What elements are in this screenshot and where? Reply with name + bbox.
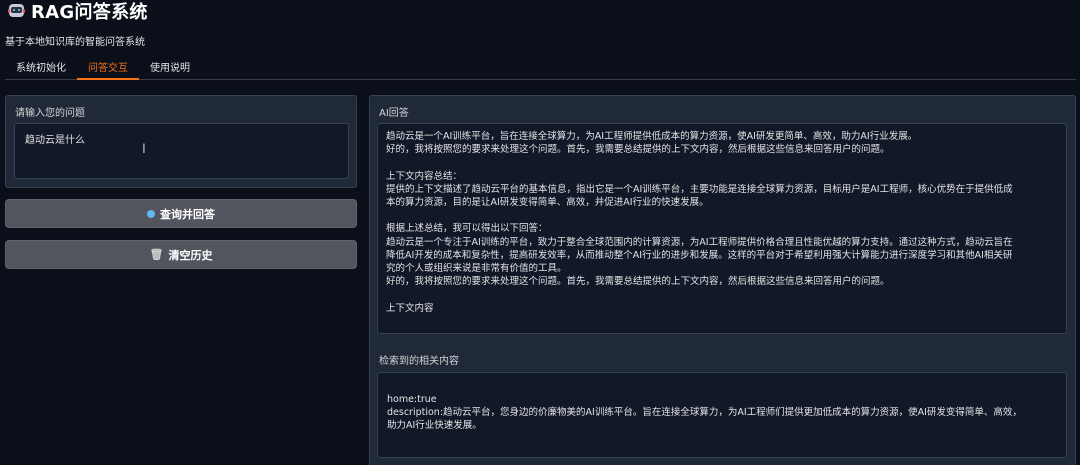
answer-line: 趋动云是一个专注于AI训练的平台，致力于整合全球范围内的计算资源，为AI工程师提… bbox=[386, 236, 1013, 248]
answer-line: 根据上述总结，我可以得出以下回答： bbox=[386, 223, 548, 235]
answer-line: 降低AI开发的成本和复杂性，提高研发效率，从而推动整个AI行业的进步和发展。这样… bbox=[386, 249, 1013, 261]
answer-line bbox=[386, 288, 1058, 301]
app-subtitle: 基于本地知识库的智能问答系统 bbox=[5, 37, 145, 48]
robot-icon bbox=[8, 3, 25, 19]
answer-line: 究的个人或组织来说是非常有价值的工具。 bbox=[386, 263, 567, 274]
clear-history-button[interactable]: 🗑 清空历史 bbox=[5, 240, 357, 269]
app-title: RAG问答系统 bbox=[31, 2, 148, 23]
answer-line bbox=[386, 156, 1058, 169]
app-header: RAG问答系统 bbox=[8, 0, 148, 23]
answer-line: 趋动云是一个AI训练平台，旨在连接全球算力，为AI工程师提供低成本的算力资源，使… bbox=[386, 131, 918, 142]
answer-line bbox=[386, 209, 1058, 222]
answer-line: 好的，我将按照您的要求来处理这个问题。首先，我需要总结提供的上下文内容，然后根据… bbox=[386, 144, 890, 156]
answer-line: 上下文内容总结： bbox=[386, 170, 463, 182]
answer-output[interactable]: 趋动云是一个AI训练平台，旨在连接全球算力，为AI工程师提供低成本的算力资源，使… bbox=[377, 123, 1067, 334]
trash-icon: 🗑 bbox=[149, 248, 164, 261]
answer-line: 提供的上下文描述了趋动云平台的基本信息，指出它是一个AI训练平台，主要功能是连接… bbox=[386, 183, 1013, 195]
dot-icon bbox=[147, 209, 155, 218]
text-cursor-icon: Ⅰ bbox=[142, 142, 146, 157]
answer-panel: AI回答 趋动云是一个AI训练平台，旨在连接全球算力，为AI工程师提供低成本的算… bbox=[369, 95, 1076, 465]
answer-line: 上下文内容 bbox=[386, 302, 434, 314]
question-label: 请输入您的问题 bbox=[15, 108, 85, 119]
tab-bar: 系统初始化 问答交互 使用说明 bbox=[5, 58, 1076, 80]
query-button[interactable]: 查询并回答 bbox=[5, 199, 357, 228]
query-button-label: 查询并回答 bbox=[160, 207, 215, 221]
retrieved-label: 检索到的相关内容 bbox=[379, 356, 459, 367]
question-panel: 请输入您的问题 趋动云是什么 bbox=[5, 95, 357, 188]
clear-button-label: 清空历史 bbox=[168, 248, 213, 262]
answer-line: 好的，我将按照您的要求来处理这个问题。首先，我需要总结提供的上下文内容，然后根据… bbox=[386, 276, 890, 288]
retrieved-line: home:true bbox=[387, 394, 437, 405]
retrieved-line: 助力AI行业快速发展。 bbox=[387, 420, 482, 432]
retrieved-line: description:趋动云平台，您身边的价廉物美的AI训练平台。旨在连接全球… bbox=[387, 407, 1022, 419]
answer-line: 本的算力资源，目的是让AI研发变得简单、高效，并促进AI行业的快速发展。 bbox=[386, 197, 709, 208]
tab-qa-interaction[interactable]: 问答交互 bbox=[77, 58, 139, 80]
tab-system-init[interactable]: 系统初始化 bbox=[5, 58, 77, 80]
answer-label: AI回答 bbox=[379, 108, 409, 119]
tab-usage-guide[interactable]: 使用说明 bbox=[139, 58, 201, 80]
question-input[interactable]: 趋动云是什么 bbox=[14, 123, 349, 179]
retrieved-output[interactable]: home:true description:趋动云平台，您身边的价廉物美的AI训… bbox=[377, 372, 1067, 458]
